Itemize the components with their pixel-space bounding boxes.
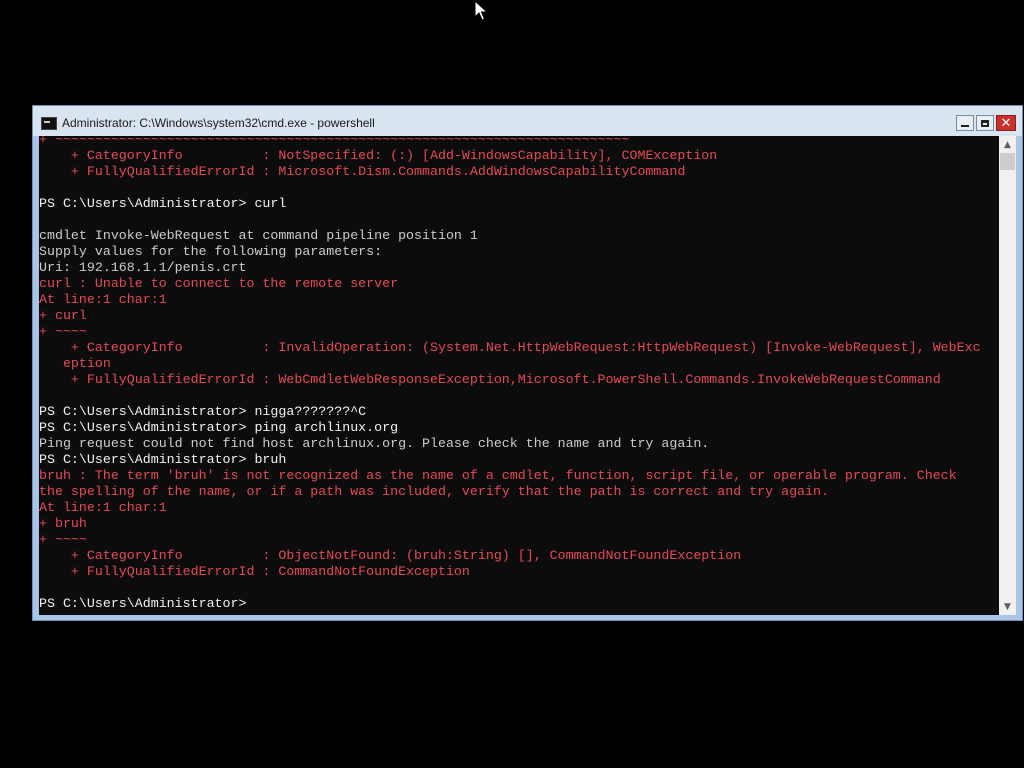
- console-line: bruh : The term 'bruh' is not recognized…: [39, 468, 957, 483]
- vertical-scrollbar[interactable]: ▲ ▼: [999, 136, 1016, 615]
- maximize-icon: [981, 119, 989, 127]
- console-line: PS C:\Users\Administrator> bruh: [39, 452, 287, 467]
- close-icon: ✕: [1000, 115, 1012, 131]
- mouse-cursor-icon: [474, 0, 488, 21]
- console-line: At line:1 char:1: [39, 292, 167, 307]
- minimize-button[interactable]: [956, 115, 974, 131]
- console-output[interactable]: + ~~~~~~~~~~~~~~~~~~~~~~~~~~~~~~~~~~~~~~…: [39, 136, 999, 615]
- console-line: + ~~~~: [39, 532, 87, 547]
- console-line: PS C:\Users\Administrator> ping archlinu…: [39, 420, 399, 435]
- powershell-window[interactable]: Administrator: C:\Windows\system32\cmd.e…: [32, 105, 1023, 621]
- console-line: curl : Unable to connect to the remote s…: [39, 276, 399, 291]
- console-line: PS C:\Users\Administrator>: [39, 596, 247, 611]
- console-lines: + ~~~~~~~~~~~~~~~~~~~~~~~~~~~~~~~~~~~~~~…: [39, 136, 981, 612]
- console-line: PS C:\Users\Administrator> curl: [39, 196, 287, 211]
- console-line: At line:1 char:1: [39, 500, 167, 515]
- console-line: Uri: 192.168.1.1/penis.crt: [39, 260, 247, 275]
- minimize-icon: [961, 125, 969, 127]
- console-line: + curl: [39, 308, 87, 323]
- scroll-thumb[interactable]: [1000, 153, 1015, 170]
- maximize-button[interactable]: [976, 115, 994, 131]
- console-line: + FullyQualifiedErrorId : CommandNotFoun…: [39, 564, 470, 579]
- console-line: + FullyQualifiedErrorId : WebCmdletWebRe…: [39, 372, 941, 387]
- window-title: Administrator: C:\Windows\system32\cmd.e…: [62, 116, 375, 130]
- scroll-up-arrow-icon[interactable]: ▲: [999, 136, 1016, 153]
- console-line: the spelling of the name, or if a path w…: [39, 484, 829, 499]
- console-line: + CategoryInfo : NotSpecified: (:) [Add-…: [39, 148, 718, 163]
- close-button[interactable]: ✕: [996, 115, 1016, 131]
- scroll-down-arrow-icon[interactable]: ▼: [999, 598, 1016, 615]
- console-line: Ping request could not find host archlin…: [39, 436, 710, 451]
- console-line: eption: [39, 356, 111, 371]
- console-line: + bruh: [39, 516, 87, 531]
- console-line: + FullyQualifiedErrorId : Microsoft.Dism…: [39, 164, 686, 179]
- console-line: + CategoryInfo : InvalidOperation: (Syst…: [39, 340, 981, 355]
- console-line: + ~~~~: [39, 324, 87, 339]
- title-bar[interactable]: Administrator: C:\Windows\system32\cmd.e…: [33, 106, 1022, 136]
- console-icon[interactable]: [41, 117, 57, 130]
- console-line: PS C:\Users\Administrator> nigga???????^…: [39, 404, 367, 419]
- console-line: Supply values for the following paramete…: [39, 244, 383, 259]
- console-line: + CategoryInfo : ObjectNotFound: (bruh:S…: [39, 548, 742, 563]
- console-line: + ~~~~~~~~~~~~~~~~~~~~~~~~~~~~~~~~~~~~~~…: [39, 136, 630, 147]
- console-line: cmdlet Invoke-WebRequest at command pipe…: [39, 228, 478, 243]
